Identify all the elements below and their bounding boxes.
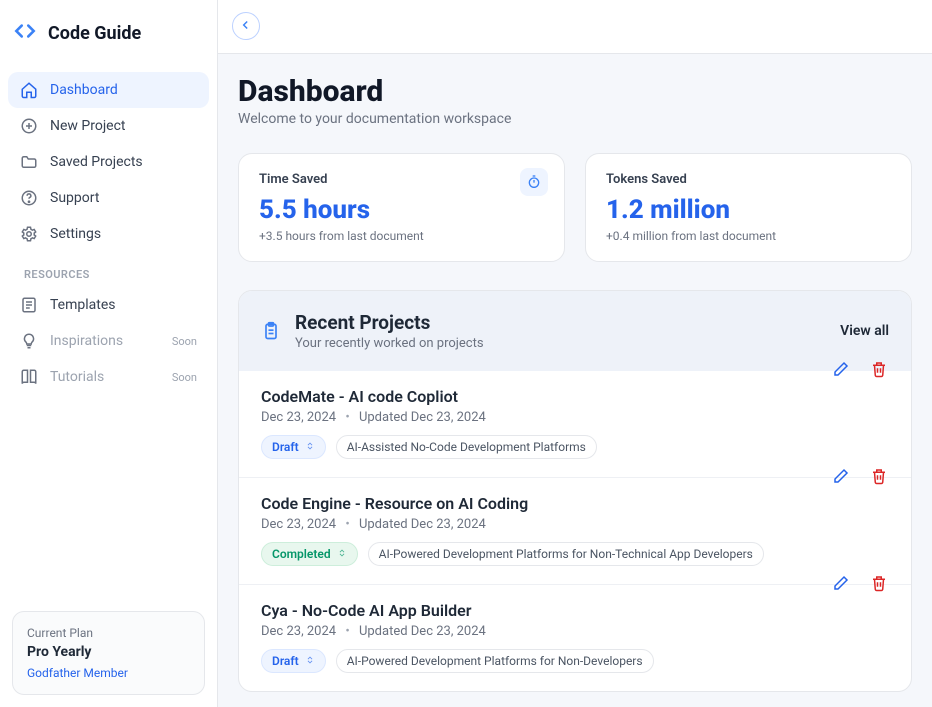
- sidebar-item-label: Dashboard: [50, 82, 118, 98]
- expand-icon: [305, 654, 315, 668]
- delete-button[interactable]: [869, 466, 889, 486]
- stats-row: Time Saved 5.5 hours +3.5 hours from las…: [238, 153, 912, 262]
- stat-label: Time Saved: [259, 172, 544, 187]
- template-icon: [20, 296, 38, 314]
- edit-button[interactable]: [831, 466, 851, 486]
- delete-button[interactable]: [869, 573, 889, 593]
- brand-name: Code Guide: [48, 23, 141, 44]
- brand-logo-icon: [12, 18, 38, 48]
- sidebar-item-label: Settings: [50, 226, 101, 242]
- panel-header: Recent Projects Your recently worked on …: [239, 291, 911, 371]
- stat-delta: +3.5 hours from last document: [259, 229, 544, 243]
- project-updated: Updated Dec 23, 2024: [359, 624, 486, 639]
- main: Dashboard Welcome to your documentation …: [218, 0, 932, 707]
- project-meta: Dec 23, 2024 • Updated Dec 23, 2024: [261, 624, 889, 639]
- page-subtitle: Welcome to your documentation workspace: [238, 111, 912, 127]
- plan-label: Current Plan: [27, 626, 190, 640]
- project-date: Dec 23, 2024: [261, 517, 336, 532]
- sidebar: Code Guide Dashboard New Project Saved P…: [0, 0, 218, 707]
- sidebar-item-support[interactable]: Support: [8, 180, 209, 216]
- sidebar-item-saved-projects[interactable]: Saved Projects: [8, 144, 209, 180]
- sidebar-item-label: Support: [50, 190, 99, 206]
- lightbulb-icon: [20, 332, 38, 350]
- project-updated: Updated Dec 23, 2024: [359, 517, 486, 532]
- project-title: Cya - No-Code AI App Builder: [261, 601, 889, 620]
- expand-icon: [337, 547, 347, 561]
- project-meta: Dec 23, 2024 • Updated Dec 23, 2024: [261, 410, 889, 425]
- resources-section-label: RESOURCES: [8, 252, 209, 287]
- sidebar-item-label: Inspirations: [50, 333, 123, 349]
- tag-pill[interactable]: AI-Assisted No-Code Development Platform…: [336, 435, 597, 459]
- plan-card[interactable]: Current Plan Pro Yearly Godfather Member: [12, 611, 205, 695]
- panel-subtitle: Your recently worked on projects: [295, 336, 484, 351]
- stat-value: 1.2 million: [606, 195, 891, 225]
- status-pill[interactable]: Draft: [261, 435, 326, 459]
- stat-delta: +0.4 million from last document: [606, 229, 891, 243]
- stat-label: Tokens Saved: [606, 172, 891, 187]
- project-row[interactable]: Cya - No-Code AI App Builder Dec 23, 202…: [239, 584, 911, 691]
- recent-projects-panel: Recent Projects Your recently worked on …: [238, 290, 912, 692]
- delete-button[interactable]: [869, 359, 889, 379]
- book-icon: [20, 368, 38, 386]
- sidebar-item-label: Saved Projects: [50, 154, 143, 170]
- stat-value: 5.5 hours: [259, 195, 544, 225]
- project-meta: Dec 23, 2024 • Updated Dec 23, 2024: [261, 517, 889, 532]
- clipboard-icon: [261, 321, 281, 341]
- status-label: Completed: [272, 547, 331, 561]
- plan-tier: Godfather Member: [27, 666, 190, 680]
- sidebar-item-tutorials[interactable]: Tutorials Soon: [8, 359, 209, 395]
- status-pill[interactable]: Completed: [261, 542, 358, 566]
- sidebar-item-label: New Project: [50, 118, 126, 134]
- project-updated: Updated Dec 23, 2024: [359, 410, 486, 425]
- project-title: Code Engine - Resource on AI Coding: [261, 494, 889, 513]
- project-title: CodeMate - AI code Copliot: [261, 387, 889, 406]
- project-row[interactable]: CodeMate - AI code Copliot Dec 23, 2024 …: [239, 371, 911, 477]
- folder-icon: [20, 153, 38, 171]
- expand-icon: [305, 440, 315, 454]
- help-circle-icon: [20, 189, 38, 207]
- stopwatch-icon: [520, 168, 548, 196]
- project-date: Dec 23, 2024: [261, 410, 336, 425]
- soon-badge: Soon: [172, 335, 197, 348]
- project-date: Dec 23, 2024: [261, 624, 336, 639]
- content: Dashboard Welcome to your documentation …: [218, 54, 932, 707]
- sidebar-item-inspirations[interactable]: Inspirations Soon: [8, 323, 209, 359]
- topbar: [218, 0, 932, 54]
- plan-name: Pro Yearly: [27, 644, 190, 660]
- sidebar-item-templates[interactable]: Templates: [8, 287, 209, 323]
- stat-card-tokens-saved: Tokens Saved 1.2 million +0.4 million fr…: [585, 153, 912, 262]
- plus-circle-icon: [20, 117, 38, 135]
- sidebar-item-settings[interactable]: Settings: [8, 216, 209, 252]
- tag-pill[interactable]: AI-Powered Development Platforms for Non…: [368, 542, 764, 566]
- soon-badge: Soon: [172, 371, 197, 384]
- sidebar-item-label: Templates: [50, 297, 116, 313]
- panel-title: Recent Projects: [295, 311, 484, 334]
- view-all-link[interactable]: View all: [840, 323, 889, 339]
- primary-nav: Dashboard New Project Saved Projects Sup…: [0, 66, 217, 401]
- gear-icon: [20, 225, 38, 243]
- home-icon: [20, 81, 38, 99]
- edit-button[interactable]: [831, 573, 851, 593]
- status-label: Draft: [272, 440, 299, 454]
- sidebar-item-new-project[interactable]: New Project: [8, 108, 209, 144]
- edit-button[interactable]: [831, 359, 851, 379]
- status-pill[interactable]: Draft: [261, 649, 326, 673]
- status-label: Draft: [272, 654, 299, 668]
- tag-pill[interactable]: AI-Powered Development Platforms for Non…: [336, 649, 654, 673]
- sidebar-item-label: Tutorials: [50, 369, 104, 385]
- project-row[interactable]: Code Engine - Resource on AI Coding Dec …: [239, 477, 911, 584]
- stat-card-time-saved: Time Saved 5.5 hours +3.5 hours from las…: [238, 153, 565, 262]
- chevron-left-icon: [239, 17, 253, 36]
- brand: Code Guide: [0, 0, 217, 66]
- sidebar-item-dashboard[interactable]: Dashboard: [8, 72, 209, 108]
- page-title: Dashboard: [238, 74, 912, 109]
- collapse-sidebar-button[interactable]: [232, 12, 260, 40]
